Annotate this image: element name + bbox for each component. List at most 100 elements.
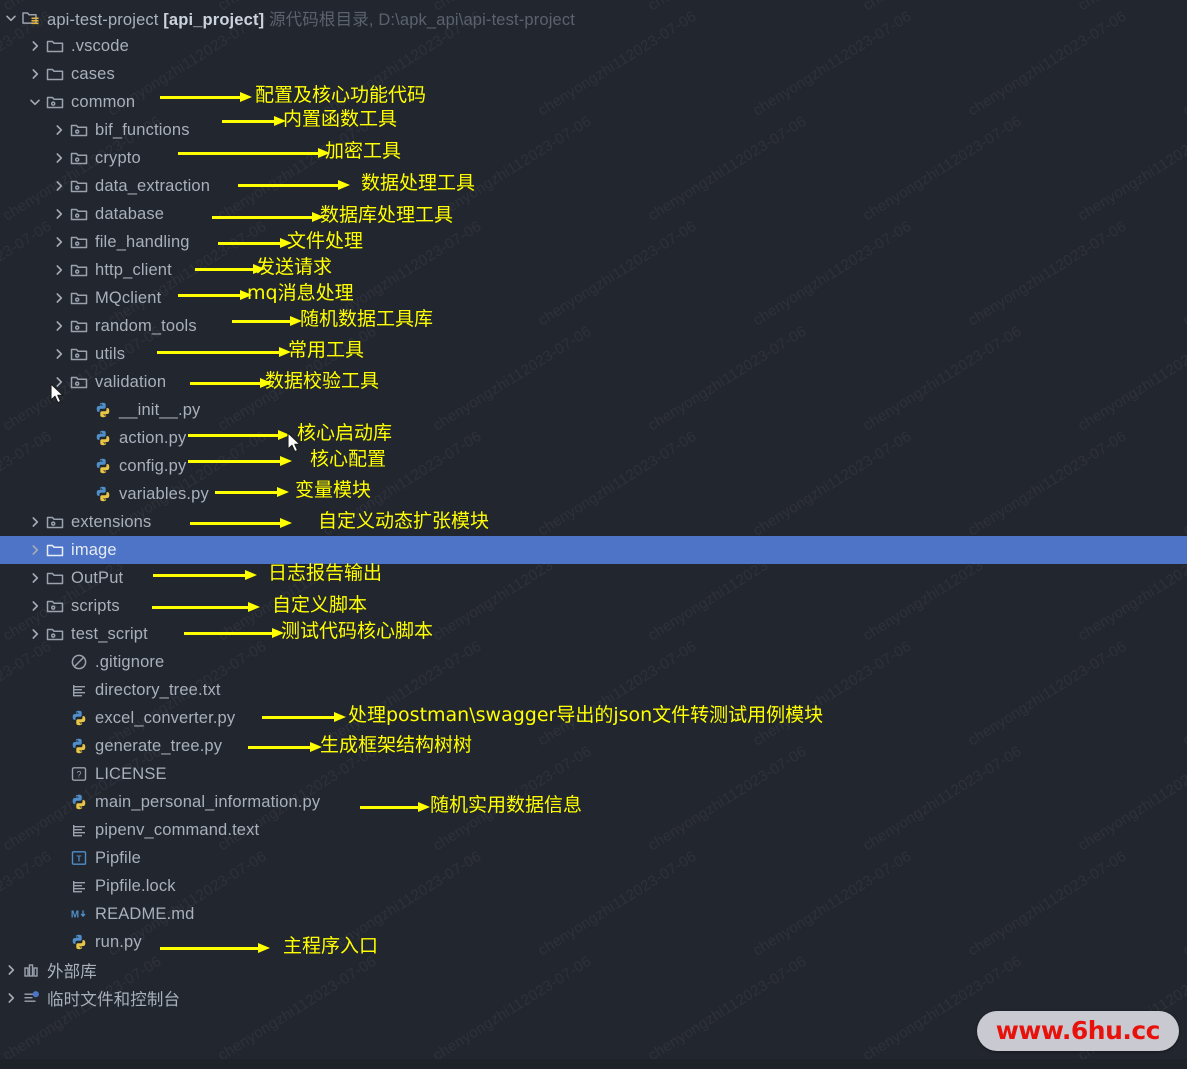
package-folder-icon (70, 177, 88, 195)
tree-row-label: 临时文件和控制台 (47, 991, 181, 1009)
chevron-right-icon[interactable] (28, 515, 42, 529)
chevron-right-icon[interactable] (28, 599, 42, 613)
chevron-right-icon[interactable] (52, 347, 66, 361)
tree-row-label: utils (95, 344, 126, 363)
tree-row[interactable]: directory_tree.txt (0, 676, 1187, 704)
package-folder-icon (70, 345, 88, 363)
tree-row[interactable]: crypto (0, 144, 1187, 172)
tree-row[interactable]: Pipfile.lock (0, 872, 1187, 900)
chevron-right-icon[interactable] (52, 319, 66, 333)
tree-row-label: database (95, 204, 165, 223)
tree-row[interactable]: excel_converter.py (0, 704, 1187, 732)
chevron-right-icon[interactable] (4, 963, 18, 977)
package-folder-icon (70, 121, 88, 139)
tree-row[interactable]: cases (0, 60, 1187, 88)
package-folder-icon (46, 513, 64, 531)
site-badge[interactable]: www.6hu.cc (976, 1011, 1179, 1051)
tree-row[interactable]: http_client (0, 256, 1187, 284)
tree-row[interactable]: .gitignore (0, 648, 1187, 676)
tree-row-label: pipenv_command.text (95, 820, 260, 839)
tree-row-label: excel_converter.py (95, 708, 236, 727)
chevron-right-icon[interactable] (28, 39, 42, 53)
chevron-right-icon[interactable] (52, 291, 66, 305)
tree-row-label: OutPut (71, 568, 124, 587)
tree-row-label: validation (95, 372, 167, 391)
chevron-right-icon[interactable] (28, 627, 42, 641)
tree-row[interactable]: 临时文件和控制台 (0, 984, 1187, 1012)
tree-row[interactable]: file_handling (0, 228, 1187, 256)
tree-row[interactable]: data_extraction (0, 172, 1187, 200)
tree-row[interactable]: config.py (0, 452, 1187, 480)
tree-row[interactable]: scripts (0, 592, 1187, 620)
tree-row-label: directory_tree.txt (95, 680, 221, 699)
scratches-icon (22, 989, 40, 1007)
tree-row-label: main_personal_information.py (95, 792, 321, 811)
chevron-right-icon[interactable] (28, 571, 42, 585)
folder-icon (46, 541, 64, 559)
chevron-right-icon[interactable] (52, 123, 66, 137)
site-badge-label: www.6hu.cc (995, 1016, 1161, 1045)
tree-row[interactable]: generate_tree.py (0, 732, 1187, 760)
mouse-cursor-icon (50, 383, 66, 405)
folder-icon (46, 65, 64, 83)
chevron-right-icon[interactable] (4, 991, 18, 1005)
toml-file-icon: T (70, 849, 88, 867)
chevron-right-icon[interactable] (28, 67, 42, 81)
tree-row-label: config.py (119, 456, 187, 475)
text-file-icon (70, 877, 88, 895)
package-folder-icon (70, 205, 88, 223)
tree-row[interactable]: database (0, 200, 1187, 228)
chevron-down-icon[interactable] (28, 95, 42, 109)
tree-row[interactable]: action.py (0, 424, 1187, 452)
tree-row[interactable]: variables.py (0, 480, 1187, 508)
tree-row[interactable]: pipenv_command.text (0, 816, 1187, 844)
chevron-right-icon[interactable] (52, 179, 66, 193)
unknown-file-icon: ? (70, 765, 88, 783)
tree-row[interactable]: common (0, 88, 1187, 116)
chevron-right-icon[interactable] (28, 543, 42, 557)
package-folder-icon (70, 233, 88, 251)
tree-row[interactable]: extensions (0, 508, 1187, 536)
tree-row[interactable]: bif_functions (0, 116, 1187, 144)
tree-row[interactable]: .vscode (0, 32, 1187, 60)
package-folder-icon (46, 597, 64, 615)
tree-row-label: data_extraction (95, 176, 211, 195)
chevron-right-icon[interactable] (52, 151, 66, 165)
tree-row[interactable]: random_tools (0, 312, 1187, 340)
package-folder-icon (70, 261, 88, 279)
tree-row-label: variables.py (119, 484, 209, 503)
text-file-icon (70, 821, 88, 839)
tree-row[interactable]: T Pipfile (0, 844, 1187, 872)
package-folder-icon (46, 625, 64, 643)
tree-row[interactable]: main_personal_information.py (0, 788, 1187, 816)
tree-row[interactable]: MQclient (0, 284, 1187, 312)
tree-row[interactable]: M README.md (0, 900, 1187, 928)
tree-row[interactable]: validation (0, 368, 1187, 396)
tree-row[interactable]: utils (0, 340, 1187, 368)
svg-text:T: T (76, 853, 82, 863)
chevron-right-icon[interactable] (52, 263, 66, 277)
tree-row-label: random_tools (95, 316, 197, 335)
tree-row[interactable]: OutPut (0, 564, 1187, 592)
tree-row-label: README.md (95, 904, 195, 923)
project-tree[interactable]: api-test-project [api_project] 源代码根目录, D… (0, 0, 1187, 1012)
tree-row[interactable]: __init__.py (0, 396, 1187, 424)
chevron-right-icon[interactable] (52, 207, 66, 221)
tree-row-label: generate_tree.py (95, 736, 223, 755)
python-icon (94, 429, 112, 447)
tree-row[interactable]: ? LICENSE (0, 760, 1187, 788)
project-module: [api_project] (163, 11, 265, 29)
tree-row[interactable]: 外部库 (0, 956, 1187, 984)
tree-row-root[interactable]: api-test-project [api_project] 源代码根目录, D… (0, 4, 1187, 32)
chevron-right-icon[interactable] (52, 235, 66, 249)
gitignore-icon (70, 653, 88, 671)
tree-row[interactable]: run.py (0, 928, 1187, 956)
tree-row-label: run.py (95, 932, 142, 951)
tree-row[interactable]: image (0, 536, 1187, 564)
tree-row[interactable]: test_script (0, 620, 1187, 648)
chevron-down-icon[interactable] (4, 11, 18, 25)
